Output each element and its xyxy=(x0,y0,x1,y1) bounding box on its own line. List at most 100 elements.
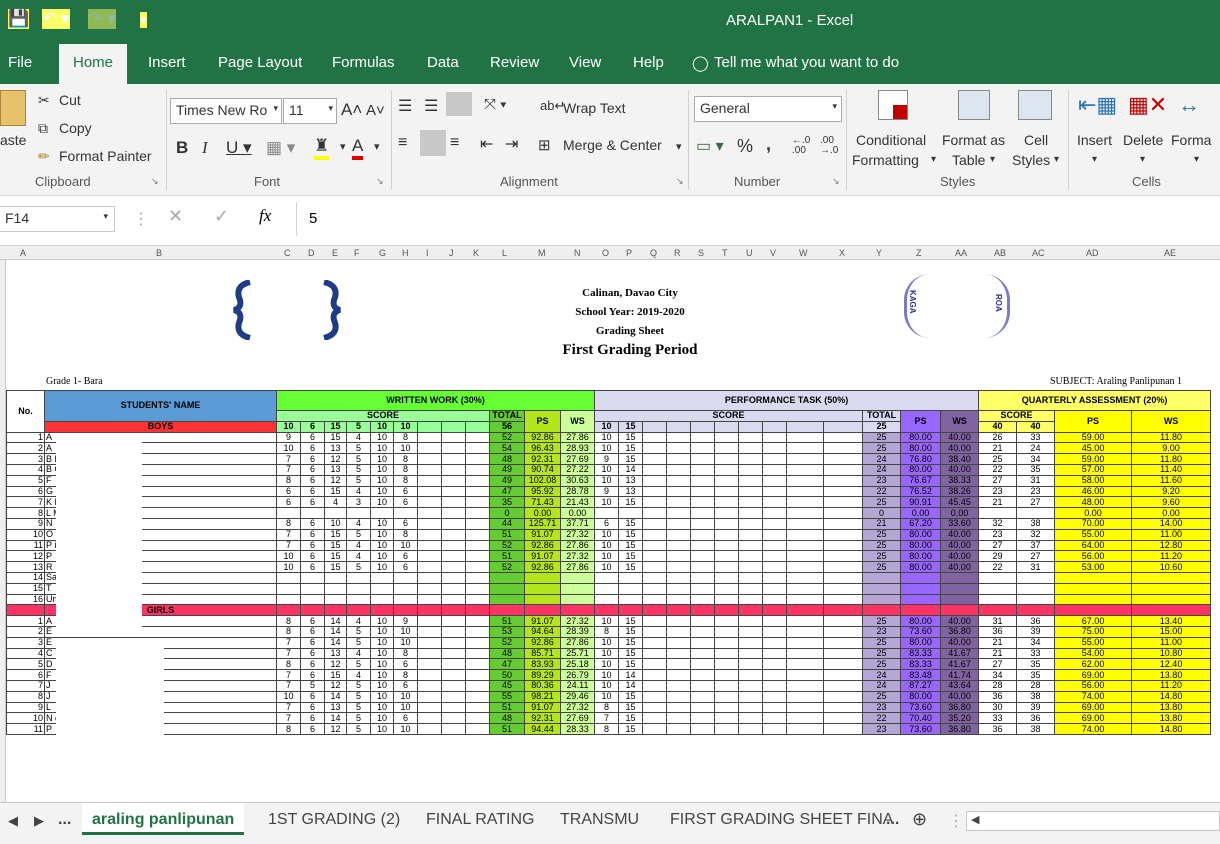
cell[interactable] xyxy=(690,712,716,725)
ww-ps[interactable]: 94.64 xyxy=(524,625,561,638)
cell[interactable] xyxy=(666,582,692,595)
column-header[interactable]: B xyxy=(156,248,162,258)
pt-score[interactable]: 7 xyxy=(594,712,620,725)
cell[interactable] xyxy=(666,658,692,671)
tab-insert[interactable]: Insert xyxy=(148,54,186,71)
cell[interactable] xyxy=(714,517,740,530)
pt-total[interactable]: 22 xyxy=(862,485,902,498)
ww-score[interactable]: 10 xyxy=(370,669,394,681)
conditional-formatting-button[interactable]: Conditional xyxy=(856,132,926,148)
cell[interactable] xyxy=(762,420,788,433)
ww-total[interactable]: 51 xyxy=(489,528,525,541)
cell[interactable] xyxy=(738,431,764,444)
cell[interactable] xyxy=(441,485,466,498)
ww-score[interactable] xyxy=(346,507,371,519)
qa-ws[interactable]: 11.80 xyxy=(1131,431,1212,444)
cell[interactable] xyxy=(465,463,490,476)
ww-total[interactable]: 52 xyxy=(489,431,525,444)
font-size-dropdown[interactable]: 11 ▾ xyxy=(283,98,337,124)
ww-ps[interactable]: 98.21 xyxy=(524,690,561,703)
qa-ps[interactable]: 69.00 xyxy=(1054,701,1133,714)
cell[interactable] xyxy=(738,496,764,509)
ww-ws[interactable]: 21.43 xyxy=(559,496,596,509)
qa-score[interactable]: 27 xyxy=(978,658,1018,671)
cell[interactable] xyxy=(642,453,668,465)
cell[interactable] xyxy=(465,528,490,541)
qa-score[interactable] xyxy=(1016,507,1056,519)
cell[interactable] xyxy=(690,550,716,563)
cell[interactable] xyxy=(714,625,740,638)
ww-score[interactable]: 6 xyxy=(300,625,325,638)
ww-score[interactable]: 4 xyxy=(324,496,347,509)
ww-score[interactable]: 12 xyxy=(324,658,347,671)
ww-total[interactable]: 0 xyxy=(489,507,525,519)
pt-ws[interactable]: 40.00 xyxy=(940,615,980,627)
ww-ws[interactable]: 25.71 xyxy=(559,647,596,660)
column-header[interactable]: U xyxy=(746,248,753,258)
student-number[interactable]: 3 xyxy=(6,453,45,465)
cell[interactable] xyxy=(417,669,442,681)
pt-total[interactable]: 0 xyxy=(862,507,902,519)
cell[interactable] xyxy=(786,636,825,649)
increase-font-icon[interactable]: A˄ xyxy=(341,100,362,120)
cell[interactable] xyxy=(465,485,490,498)
cell[interactable] xyxy=(786,723,825,735)
cell[interactable] xyxy=(441,625,466,638)
ww-ws[interactable]: 27.86 xyxy=(559,431,596,444)
pt-ps[interactable]: 80.00 xyxy=(900,431,942,444)
ww-score[interactable]: 4 xyxy=(346,485,371,498)
ww-ps[interactable]: 91.07 xyxy=(524,615,561,627)
ww-score[interactable]: 15 xyxy=(324,528,347,541)
cell[interactable] xyxy=(642,517,668,530)
cell[interactable] xyxy=(417,615,442,627)
sheet-tab-final-rating[interactable]: FINAL RATING xyxy=(426,811,534,829)
pt-score[interactable]: 6 xyxy=(594,517,620,530)
cell[interactable] xyxy=(690,420,716,433)
merge-center-button[interactable]: Merge & Center xyxy=(563,137,662,153)
cell[interactable] xyxy=(276,604,301,617)
pt-ps[interactable]: 73.60 xyxy=(900,701,942,714)
cell[interactable] xyxy=(441,647,466,660)
pt-score[interactable]: 10 xyxy=(594,539,620,552)
cell[interactable] xyxy=(441,723,466,735)
cell[interactable] xyxy=(762,593,788,606)
cell[interactable] xyxy=(714,615,740,627)
more-sheets-button[interactable]: ... xyxy=(58,811,71,829)
cell[interactable] xyxy=(738,679,764,692)
cell[interactable] xyxy=(690,561,716,573)
cell[interactable] xyxy=(393,604,418,617)
cell[interactable] xyxy=(714,604,740,617)
ww-score[interactable]: 12 xyxy=(324,679,347,692)
pt-score[interactable]: 10 xyxy=(594,690,620,703)
qa-ws[interactable]: 9.00 xyxy=(1131,442,1212,455)
ww-ws[interactable]: 27.69 xyxy=(559,712,596,725)
ww-score[interactable]: 6 xyxy=(300,453,325,465)
ww-score[interactable]: 10 xyxy=(370,517,394,530)
ww-score[interactable]: 6 xyxy=(300,701,325,714)
cell[interactable] xyxy=(823,625,864,638)
pt-score[interactable]: 10 xyxy=(594,669,620,681)
cell[interactable] xyxy=(762,550,788,563)
cell[interactable] xyxy=(6,604,45,617)
qa-score[interactable]: 32 xyxy=(978,517,1018,530)
ww-score[interactable]: 10 xyxy=(370,615,394,627)
cell[interactable] xyxy=(642,496,668,509)
cell[interactable] xyxy=(786,571,825,584)
ww-total[interactable]: 49 xyxy=(489,474,525,487)
qa-ps[interactable]: 55.00 xyxy=(1054,636,1133,649)
ww-score[interactable]: 5 xyxy=(346,474,371,487)
cell[interactable] xyxy=(642,528,668,541)
cell[interactable] xyxy=(441,507,466,519)
cell[interactable]: 10 xyxy=(370,420,394,433)
qa-score[interactable]: 38 xyxy=(1016,690,1056,703)
cell[interactable] xyxy=(666,636,692,649)
pt-ws[interactable]: 40.00 xyxy=(940,690,980,703)
ww-score[interactable]: 13 xyxy=(324,701,347,714)
column-header[interactable]: O xyxy=(602,248,609,258)
align-center-icon[interactable] xyxy=(420,130,446,156)
ww-ps[interactable]: 83.93 xyxy=(524,658,561,671)
ww-score[interactable]: 8 xyxy=(393,453,418,465)
cell[interactable] xyxy=(642,507,668,519)
cell[interactable] xyxy=(738,550,764,563)
ww-score[interactable]: 8 xyxy=(393,528,418,541)
